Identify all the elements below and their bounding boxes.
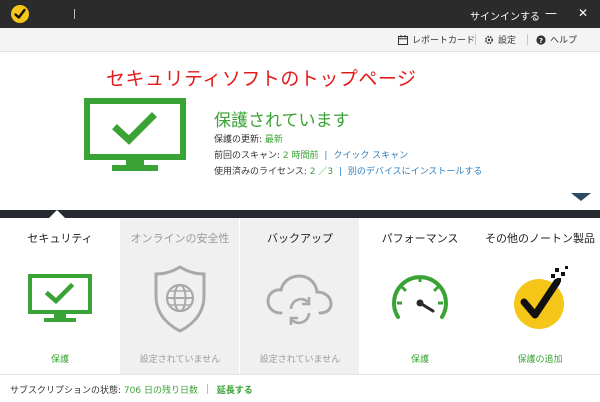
tile-title: セキュリティ bbox=[27, 232, 93, 245]
calendar-icon bbox=[398, 34, 408, 45]
update-value: 最新 bbox=[264, 135, 283, 145]
settings-label: 設定 bbox=[498, 36, 517, 46]
help-icon: ? bbox=[536, 34, 546, 45]
tile-title: オンラインの安全性 bbox=[130, 232, 230, 245]
subscription-footer: サブスクリプションの状態: 706 日の残り日数 延長する bbox=[0, 374, 600, 402]
gear-icon bbox=[484, 35, 494, 44]
install-device-link[interactable]: 別のデバイスにインストールする bbox=[348, 167, 483, 177]
tiles-divider-bar bbox=[0, 210, 600, 218]
sign-in-link[interactable]: サインインする bbox=[470, 8, 540, 23]
close-button[interactable]: ✕ bbox=[574, 4, 592, 22]
help-label: ヘルプ bbox=[550, 36, 578, 46]
license-status-row: 使用済みのライセンス: 2 ／3 | 別のデバイスにインストールする bbox=[214, 164, 482, 177]
tile-status: 保護の追加 bbox=[517, 355, 563, 365]
quick-scan-link[interactable]: クイック スキャン bbox=[333, 151, 408, 161]
scan-status-row: 前回のスキャン: 2 時間前 | クイック スキャン bbox=[214, 148, 408, 161]
license-label: 使用済みのライセンス: bbox=[214, 167, 307, 177]
renew-link[interactable]: 延長する bbox=[217, 386, 253, 396]
tile-title: バックアップ bbox=[267, 232, 333, 245]
title-divider bbox=[74, 9, 75, 19]
cloud-sync-icon bbox=[266, 274, 333, 325]
svg-text:?: ? bbox=[539, 37, 543, 45]
tile-status: 設定されていません bbox=[259, 355, 341, 365]
settings-button[interactable]: 設定 bbox=[484, 33, 516, 46]
toolbar-divider bbox=[527, 34, 528, 45]
shield-globe-icon bbox=[154, 265, 206, 333]
title-bar: サインインする — ✕ bbox=[0, 0, 600, 28]
top-toolbar: レポートカード 設定 ? ヘルプ bbox=[0, 28, 600, 52]
expand-arrow-icon[interactable] bbox=[571, 193, 591, 201]
update-label: 保護の更新: bbox=[214, 135, 263, 145]
monitor-check-icon bbox=[28, 274, 92, 322]
scan-label: 前回のスキャン: bbox=[214, 151, 281, 161]
protection-status-title: 保護されています bbox=[214, 111, 350, 131]
tile-backup[interactable]: バックアップ 設定されていません bbox=[240, 218, 360, 374]
tile-security[interactable]: セキュリティ 保護 bbox=[0, 218, 120, 374]
tile-other-products[interactable]: その他のノートン製品 保護の追加 bbox=[480, 218, 600, 374]
tile-status: 保護 bbox=[410, 355, 429, 365]
report-card-label: レポートカード bbox=[412, 36, 476, 46]
help-button[interactable]: ? ヘルプ bbox=[536, 33, 577, 46]
tile-performance[interactable]: パフォーマンス 保護 bbox=[360, 218, 480, 374]
scan-value: 2 時間前 bbox=[282, 151, 319, 161]
days-remaining: 706 日の残り日数 bbox=[123, 386, 198, 396]
footer-divider bbox=[206, 384, 208, 394]
norton-check-icon bbox=[514, 266, 568, 329]
minimize-button[interactable]: — bbox=[542, 4, 560, 22]
feature-tiles: セキュリティ 保護 オンラインの安全性 設定されていません バックアップ 設定さ… bbox=[0, 218, 600, 374]
license-value: 2 ／3 bbox=[309, 167, 334, 177]
link-separator: | bbox=[338, 167, 342, 177]
page-headline: セキュリティソフトのトップページ bbox=[106, 68, 417, 90]
subscription-status: サブスクリプションの状態: 706 日の残り日数 延長する bbox=[10, 383, 253, 396]
tile-status: 設定されていません bbox=[139, 355, 221, 365]
report-card-button[interactable]: レポートカード bbox=[398, 33, 475, 46]
update-status-row: 保護の更新: 最新 bbox=[214, 132, 283, 145]
active-tile-indicator bbox=[49, 210, 65, 218]
tile-title: その他のノートン製品 bbox=[485, 232, 595, 245]
tile-online-safety[interactable]: オンラインの安全性 設定されていません bbox=[120, 218, 240, 374]
toolbar-divider bbox=[475, 34, 476, 45]
subscription-label: サブスクリプションの状態: bbox=[10, 386, 122, 396]
link-separator: | bbox=[324, 151, 328, 161]
norton-logo-icon bbox=[11, 5, 29, 23]
status-panel: セキュリティソフトのトップページ 保護されています 保護の更新: 最新 前回のス… bbox=[0, 52, 600, 210]
monitor-check-icon bbox=[84, 98, 186, 171]
tile-title: パフォーマンス bbox=[381, 232, 459, 245]
tile-status: 保護 bbox=[50, 355, 69, 365]
speedometer-icon bbox=[392, 275, 448, 319]
